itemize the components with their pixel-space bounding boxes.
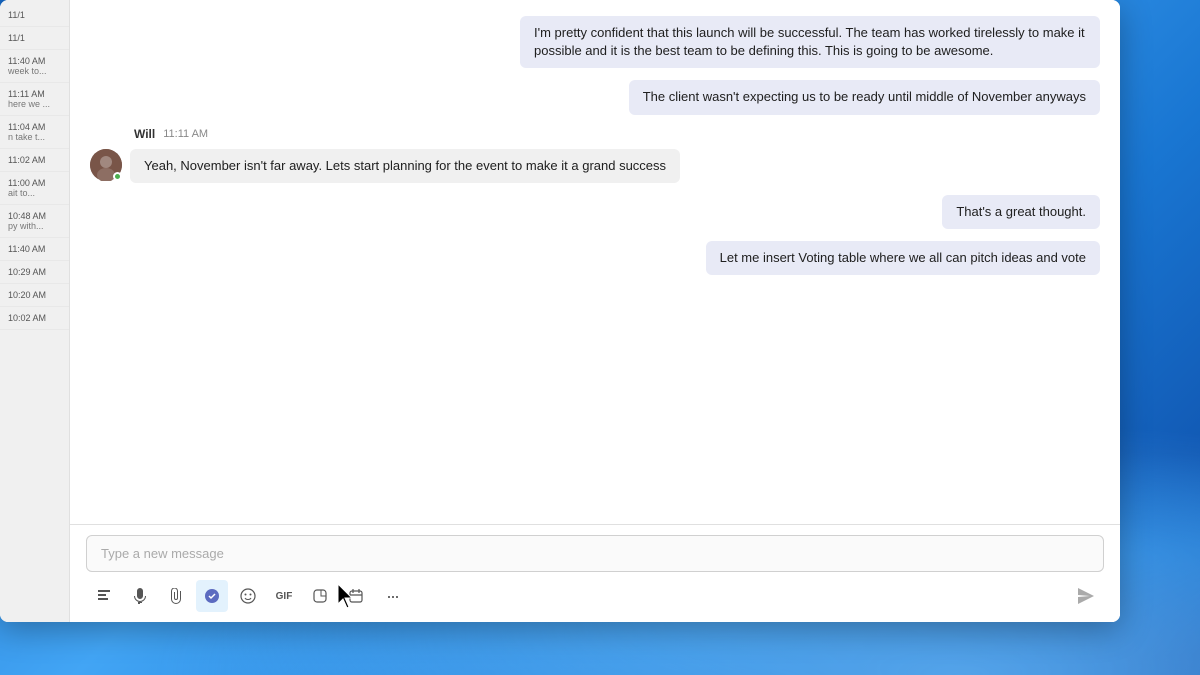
gif-button[interactable]: GIF bbox=[268, 580, 300, 612]
sidebar-item[interactable]: 10:29 AM bbox=[0, 261, 69, 284]
loop-button[interactable] bbox=[196, 580, 228, 612]
sidebar-item-preview: here we ... bbox=[8, 99, 61, 109]
online-indicator bbox=[113, 172, 122, 181]
sidebar-item-time: 11:00 AM bbox=[8, 178, 61, 188]
sidebar-item-preview: ait to... bbox=[8, 188, 61, 198]
sidebar-item[interactable]: 11/1 bbox=[0, 27, 69, 50]
message-row: I'm pretty confident that this launch wi… bbox=[90, 16, 1100, 68]
sidebar-item-time: 11:02 AM bbox=[8, 155, 61, 165]
sidebar-item-time: 10:02 AM bbox=[8, 313, 61, 323]
sidebar-item-time: 11:11 AM bbox=[8, 89, 61, 99]
sender-name: Will bbox=[134, 127, 155, 141]
sidebar-item-time: 11:04 AM bbox=[8, 122, 61, 132]
message-bubble: I'm pretty confident that this launch wi… bbox=[520, 16, 1100, 68]
conversations-sidebar: 11/1 11/1 11:40 AM week to... 11:11 AM h… bbox=[0, 0, 70, 622]
sidebar-item-time: 11/1 bbox=[8, 33, 61, 43]
sidebar-item[interactable]: 10:02 AM bbox=[0, 307, 69, 330]
sidebar-item[interactable]: 11:00 AM ait to... bbox=[0, 172, 69, 205]
more-options-button[interactable]: ··· bbox=[376, 580, 408, 612]
audio-button[interactable] bbox=[124, 580, 156, 612]
sidebar-item-time: 11:40 AM bbox=[8, 244, 61, 254]
send-button[interactable] bbox=[1070, 580, 1102, 612]
sidebar-item-preview: n take t... bbox=[8, 132, 61, 142]
avatar bbox=[90, 149, 122, 181]
sidebar-item[interactable]: 11/1 bbox=[0, 4, 69, 27]
message-input[interactable]: Type a new message bbox=[86, 535, 1104, 572]
emoji-button[interactable] bbox=[232, 580, 264, 612]
message-row: The client wasn't expecting us to be rea… bbox=[90, 80, 1100, 114]
sidebar-item-preview: week to... bbox=[8, 66, 61, 76]
chat-main: I'm pretty confident that this launch wi… bbox=[70, 0, 1120, 622]
message-bubble: Yeah, November isn't far away. Lets star… bbox=[130, 149, 680, 183]
sidebar-item-time: 10:29 AM bbox=[8, 267, 61, 277]
sidebar-item[interactable]: 11:04 AM n take t... bbox=[0, 116, 69, 149]
teams-window: 11/1 11/1 11:40 AM week to... 11:11 AM h… bbox=[0, 0, 1120, 622]
sidebar-item[interactable]: 11:02 AM bbox=[0, 149, 69, 172]
attach-button[interactable] bbox=[160, 580, 192, 612]
sidebar-item-time: 11:40 AM bbox=[8, 56, 61, 66]
sidebar-item[interactable]: 11:40 AM week to... bbox=[0, 50, 69, 83]
sidebar-item[interactable]: 11:11 AM here we ... bbox=[0, 83, 69, 116]
sender-time: 11:11 AM bbox=[163, 128, 208, 140]
message-bubble: That's a great thought. bbox=[942, 195, 1100, 229]
sidebar-item-time: 10:20 AM bbox=[8, 290, 61, 300]
message-bubble: The client wasn't expecting us to be rea… bbox=[629, 80, 1100, 114]
sticker-button[interactable] bbox=[304, 580, 336, 612]
chat-messages-container: I'm pretty confident that this launch wi… bbox=[70, 0, 1120, 524]
sidebar-item[interactable]: 10:48 AM py with... bbox=[0, 205, 69, 238]
format-button[interactable] bbox=[88, 580, 120, 612]
sender-info: Will 11:11 AM bbox=[90, 127, 1100, 141]
message-row: Yeah, November isn't far away. Lets star… bbox=[90, 149, 1100, 183]
schedule-button[interactable] bbox=[340, 580, 372, 612]
sidebar-item-time: 11/1 bbox=[8, 10, 61, 20]
sidebar-item-time: 10:48 AM bbox=[8, 211, 61, 221]
message-row: Let me insert Voting table where we all … bbox=[90, 241, 1100, 275]
message-row: That's a great thought. bbox=[90, 195, 1100, 229]
message-group-received: Will 11:11 AM bbox=[90, 127, 1100, 183]
sidebar-item[interactable]: 10:20 AM bbox=[0, 284, 69, 307]
message-input-area: Type a new message bbox=[70, 524, 1120, 622]
sidebar-item[interactable]: 11:40 AM bbox=[0, 238, 69, 261]
sidebar-item-preview: py with... bbox=[8, 221, 61, 231]
message-bubble: Let me insert Voting table where we all … bbox=[706, 241, 1100, 275]
message-toolbar: GIF ··· bbox=[86, 580, 1104, 612]
